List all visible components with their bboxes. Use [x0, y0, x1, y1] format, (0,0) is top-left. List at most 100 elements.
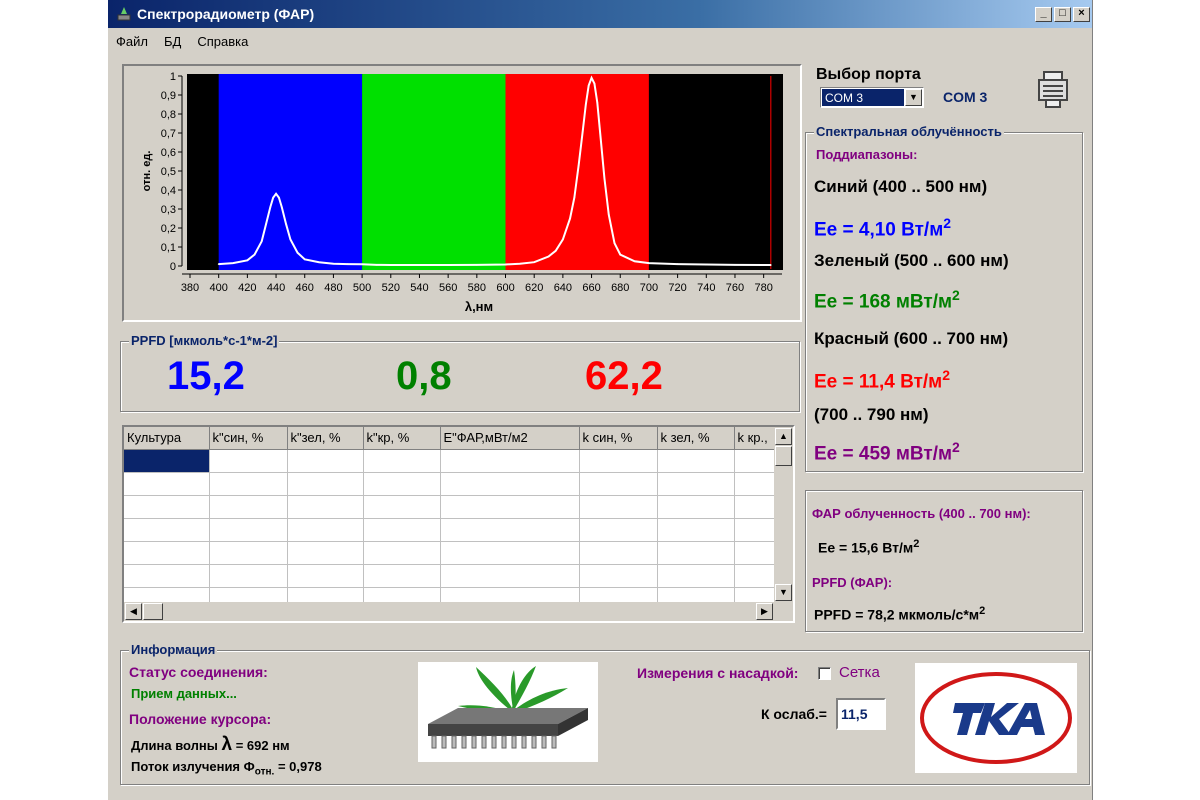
- column-header[interactable]: k"зел, %: [287, 427, 364, 450]
- table-cell[interactable]: [363, 541, 441, 565]
- table-row[interactable]: [124, 472, 781, 496]
- table-cell[interactable]: [124, 449, 210, 473]
- column-header[interactable]: k син, %: [579, 427, 658, 450]
- table-cell[interactable]: [209, 449, 288, 473]
- table-cell[interactable]: [579, 472, 658, 496]
- spectrum-point: [260, 240, 263, 243]
- ppfd-red-value: 62,2: [585, 354, 663, 398]
- x-axis-label: λ,нм: [465, 299, 493, 314]
- table-cell[interactable]: [209, 495, 288, 519]
- ppfd-green-value: 0,8: [396, 354, 452, 398]
- table-cell[interactable]: [363, 495, 441, 519]
- table-cell[interactable]: [657, 472, 735, 496]
- table-row[interactable]: [124, 564, 781, 588]
- table-cell[interactable]: [579, 495, 658, 519]
- attenuation-input[interactable]: [836, 698, 886, 730]
- table-cell[interactable]: [287, 495, 364, 519]
- spectrum-point: [272, 196, 274, 199]
- table-cell[interactable]: [124, 472, 210, 496]
- table-cell[interactable]: [363, 472, 441, 496]
- menu-file[interactable]: Файл: [108, 30, 156, 52]
- table-cell[interactable]: [209, 518, 288, 542]
- table-cell[interactable]: [440, 472, 580, 496]
- table-cell[interactable]: [579, 564, 658, 588]
- spectrum-point: [375, 264, 378, 266]
- spectrum-point: [599, 132, 601, 134]
- spectrum-point: [289, 238, 292, 241]
- spectrum-point: [275, 193, 277, 195]
- y-tick-label: 0,2: [161, 223, 176, 235]
- table-cell[interactable]: [363, 564, 441, 588]
- x-tick-label: 720: [668, 282, 686, 294]
- table-cell[interactable]: [363, 449, 441, 473]
- table-cell[interactable]: [440, 518, 580, 542]
- y-tick-label: 0,1: [161, 242, 176, 254]
- table-cell[interactable]: [209, 472, 288, 496]
- table-cell[interactable]: [124, 564, 210, 588]
- table-row[interactable]: [124, 495, 781, 519]
- menu-db[interactable]: БД: [156, 30, 189, 52]
- column-header[interactable]: k"кр, %: [363, 427, 441, 450]
- scroll-thumb[interactable]: [775, 446, 792, 466]
- table-cell[interactable]: [657, 564, 735, 588]
- table-cell[interactable]: [440, 449, 580, 473]
- table-cell[interactable]: [657, 518, 735, 542]
- scroll-down-icon[interactable]: ▼: [775, 584, 792, 601]
- spectral-band: [190, 74, 219, 270]
- table-cell[interactable]: [124, 541, 210, 565]
- table-cell[interactable]: [287, 518, 364, 542]
- x-tick-label: 680: [611, 282, 629, 294]
- scroll-up-icon[interactable]: ▲: [775, 428, 792, 445]
- table-cell[interactable]: [209, 541, 288, 565]
- table-cell[interactable]: [124, 518, 210, 542]
- table-cell[interactable]: [579, 518, 658, 542]
- table-cell[interactable]: [287, 541, 364, 565]
- chevron-down-icon[interactable]: ▼: [905, 89, 922, 106]
- table-cell[interactable]: [124, 495, 210, 519]
- green-range: Зеленый (500 .. 600 нм): [814, 251, 1009, 270]
- maximize-button[interactable]: □: [1054, 6, 1071, 22]
- spectrum-chart[interactable]: 0 0,1 0,2 0,3 0,4 0,5 0,6 0,7 0,8 0,9 1 380 400 420 44…: [122, 64, 802, 322]
- table-row[interactable]: [124, 518, 781, 542]
- hscroll-thumb[interactable]: [143, 603, 163, 620]
- menu-help[interactable]: Справка: [189, 30, 256, 52]
- table-cell[interactable]: [287, 564, 364, 588]
- column-header[interactable]: E"ФАР,мВт/м2: [440, 427, 580, 450]
- menu-bar: Файл БД Справка: [108, 30, 256, 52]
- port-select-value: COM 3: [822, 89, 904, 106]
- table-cell[interactable]: [287, 449, 364, 473]
- spectral-band: [362, 74, 506, 270]
- column-header[interactable]: Культура: [124, 427, 210, 450]
- horizontal-scrollbar[interactable]: ◀ ▶: [124, 602, 793, 621]
- scroll-left-icon[interactable]: ◀: [125, 603, 142, 620]
- par-value: Ee = 15,6 Вт/м2: [818, 538, 920, 556]
- table-row[interactable]: [124, 541, 781, 565]
- y-tick-label: 0,7: [161, 128, 176, 140]
- table-cell[interactable]: [579, 541, 658, 565]
- minimize-button[interactable]: _: [1035, 6, 1052, 22]
- table-row[interactable]: [124, 449, 781, 473]
- port-select[interactable]: COM 3 ▼: [820, 87, 924, 108]
- table-cell[interactable]: [440, 564, 580, 588]
- column-header[interactable]: k зел, %: [657, 427, 735, 450]
- spectrum-point: [585, 103, 587, 106]
- table-cell[interactable]: [287, 472, 364, 496]
- table-cell[interactable]: [363, 518, 441, 542]
- culture-table[interactable]: Культура k"син, % k"зел, % k"кр, % E"ФАР,мВт…: [122, 425, 795, 623]
- scroll-right-icon[interactable]: ▶: [756, 603, 773, 620]
- close-button[interactable]: ×: [1073, 6, 1090, 22]
- table-cell[interactable]: [440, 541, 580, 565]
- x-tick-label: 380: [181, 282, 199, 294]
- y-tick-label: 0,5: [161, 166, 176, 178]
- table-cell[interactable]: [579, 449, 658, 473]
- column-header[interactable]: k"син, %: [209, 427, 288, 450]
- table-cell[interactable]: [657, 495, 735, 519]
- spectrum-point: [332, 262, 335, 265]
- spectrum-point: [596, 101, 599, 104]
- table-cell[interactable]: [440, 495, 580, 519]
- table-cell[interactable]: [657, 541, 735, 565]
- table-cell[interactable]: [657, 449, 735, 473]
- table-cell[interactable]: [209, 564, 288, 588]
- mesh-checkbox[interactable]: [818, 667, 831, 680]
- vertical-scrollbar[interactable]: ▲ ▼: [774, 427, 793, 604]
